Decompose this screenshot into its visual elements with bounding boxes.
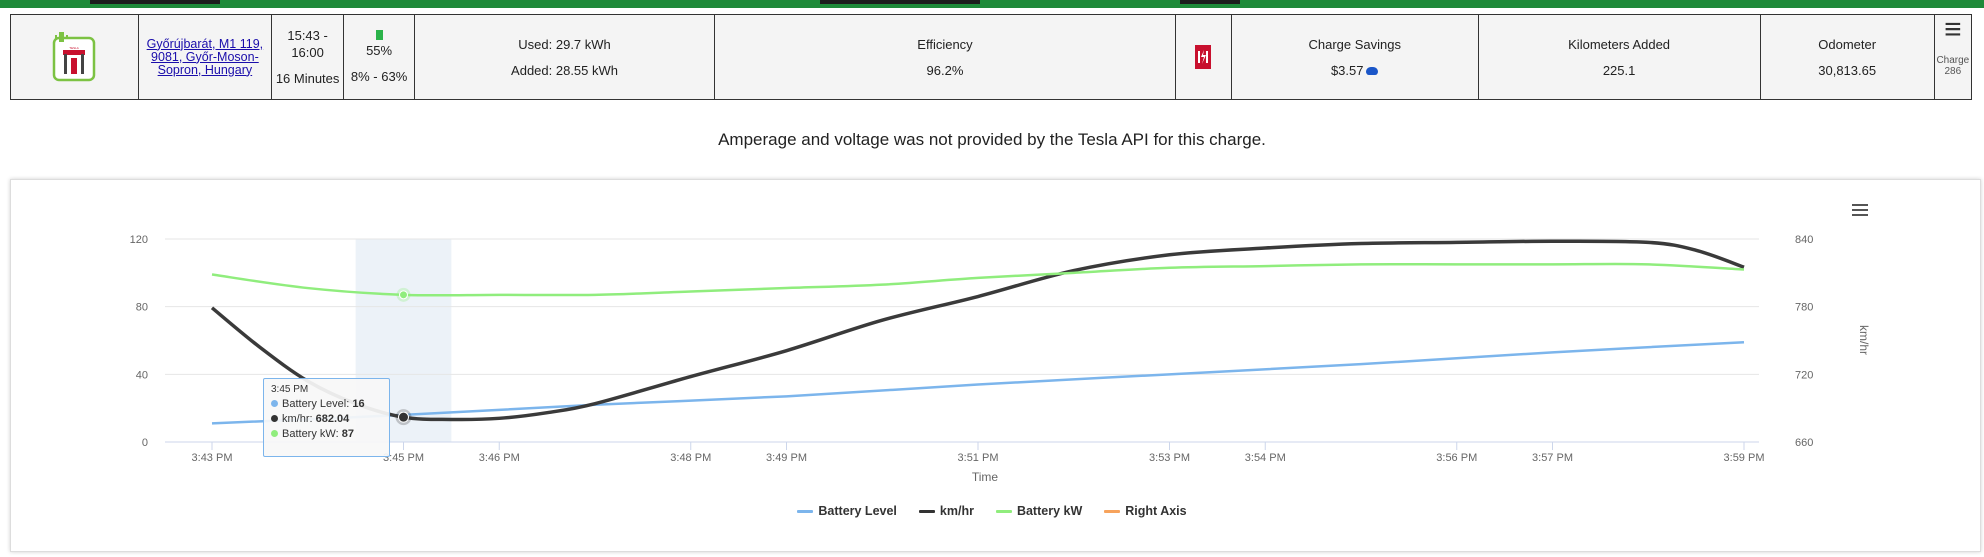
- x-tick-label: 3:57 PM: [1532, 452, 1573, 464]
- tooltip-value: 682.04: [315, 413, 350, 425]
- x-tick-label: 3:49 PM: [766, 452, 807, 464]
- kmhr-dot: [271, 415, 278, 422]
- legend-item-battery-level[interactable]: Battery Level: [797, 504, 897, 518]
- y-left-tick-label: 40: [136, 369, 148, 381]
- right-axis-title: km/hr: [1857, 325, 1871, 355]
- x-tick-label: 3:53 PM: [1149, 452, 1190, 464]
- tooltip-row-battery-kw: Battery kW: 87: [271, 427, 382, 442]
- battery-kw-dot: [271, 430, 278, 437]
- legend-label: km/hr: [939, 504, 974, 518]
- legend-label: Battery Level: [818, 504, 897, 518]
- tooltip-time: 3:45 PM: [271, 384, 309, 395]
- x-tick-label: 3:51 PM: [958, 452, 999, 464]
- tooltip-value: 87: [341, 428, 354, 440]
- tooltip-row-kmhr: km/hr: 682.04: [271, 412, 382, 427]
- y-left-tick-label: 120: [130, 234, 148, 246]
- kmhr-marker: [398, 411, 409, 423]
- x-axis-title: Time: [972, 470, 999, 484]
- tooltip-label: Battery kW:: [282, 428, 342, 440]
- charge-chart: 0 660 40 720 80 780 120 840 3:43 PM 3:45 PM 3:46 P…: [130, 204, 1871, 484]
- x-tick-label: 3:59 PM: [1724, 452, 1765, 464]
- x-tick-label: 3:56 PM: [1436, 452, 1477, 464]
- x-tick-label: 3:43 PM: [192, 452, 233, 464]
- y-right-tick-label: 840: [1795, 234, 1813, 246]
- chart-tooltip: 3:45 PM Battery Level: 16 km/hr: 682.04 …: [263, 378, 390, 457]
- legend-swatch: [995, 509, 1012, 513]
- x-tick-label: 3:48 PM: [670, 452, 711, 464]
- legend-swatch: [1104, 509, 1121, 513]
- y-right-tick-label: 780: [1795, 302, 1813, 314]
- legend-label: Battery kW: [1016, 504, 1083, 518]
- chart-menu-icon[interactable]: [1852, 204, 1868, 216]
- y-right-tick-label: 720: [1795, 369, 1813, 381]
- y-left-tick-label: 0: [142, 437, 148, 449]
- legend-item-kmhr[interactable]: km/hr: [918, 504, 974, 518]
- y-left-tick-label: 80: [136, 302, 148, 314]
- y-right-tick-label: 660: [1795, 437, 1813, 449]
- legend-swatch: [918, 509, 935, 513]
- x-tick-label: 3:46 PM: [479, 452, 520, 464]
- legend-swatch: [797, 509, 814, 513]
- battery-level-dot: [271, 400, 278, 407]
- legend-item-right-axis[interactable]: Right Axis: [1104, 504, 1187, 518]
- chart-legend: Battery Level km/hr Battery kW Right Axi…: [0, 504, 1984, 518]
- tooltip-label: km/hr:: [282, 413, 316, 425]
- tooltip-value: 16: [352, 398, 365, 410]
- x-tick-label: 3:54 PM: [1245, 452, 1286, 464]
- legend-label: Right Axis: [1125, 504, 1187, 518]
- battery-kw-marker: [399, 290, 408, 300]
- tooltip-row-battery-level: Battery Level: 16: [271, 397, 382, 412]
- tooltip-label: Battery Level:: [282, 398, 353, 410]
- legend-item-battery-kw[interactable]: Battery kW: [995, 504, 1083, 518]
